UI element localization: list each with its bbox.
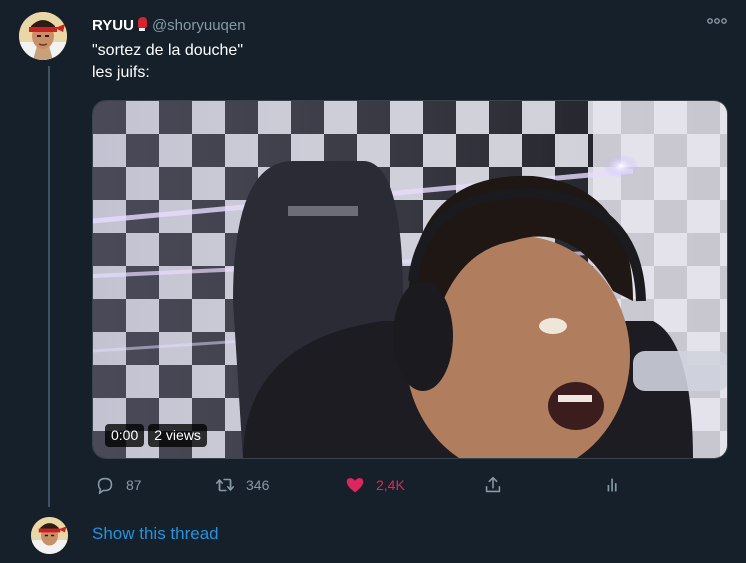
video-time-badge: 0:00 (105, 424, 145, 447)
retweet-button[interactable]: 346 (214, 470, 269, 500)
heart-icon (346, 478, 364, 493)
analytics-button[interactable] (602, 470, 624, 500)
reply-button[interactable]: 87 (94, 470, 142, 500)
thread-connector-line (48, 66, 50, 507)
reply-count: 87 (126, 477, 142, 493)
like-button[interactable]: 2,4K (344, 470, 405, 500)
thread-avatar[interactable] (31, 517, 68, 554)
tweet-text-line: "sortez de la douche" (92, 42, 244, 59)
share-icon (485, 476, 501, 493)
author-avatar[interactable] (19, 12, 67, 60)
retweet-icon (215, 478, 235, 492)
tweet-header: RYUU @shoryuuqen (92, 16, 246, 35)
video-views-badge: 2 views (148, 424, 207, 447)
video-frame (93, 101, 727, 458)
video-badges: 0:00 2 views (105, 424, 207, 447)
retweet-count: 346 (246, 477, 270, 493)
analytics-icon (607, 478, 617, 492)
tweet-actions: 87 346 2,4K (92, 470, 732, 500)
author-name[interactable]: RYUU (92, 17, 134, 34)
boxing-glove-icon (136, 16, 148, 32)
more-icon[interactable] (704, 12, 730, 34)
show-thread-link[interactable]: Show this thread (92, 524, 219, 544)
reply-icon (97, 477, 113, 495)
like-count: 2,4K (376, 477, 405, 493)
tweet-text: "sortez de la douche" les juifs: (92, 40, 243, 84)
video-player[interactable]: 0:00 2 views (92, 100, 728, 459)
tweet-text-line: les juifs: (92, 64, 150, 81)
share-button[interactable] (482, 470, 504, 500)
author-handle[interactable]: @shoryuuqen (152, 17, 246, 34)
